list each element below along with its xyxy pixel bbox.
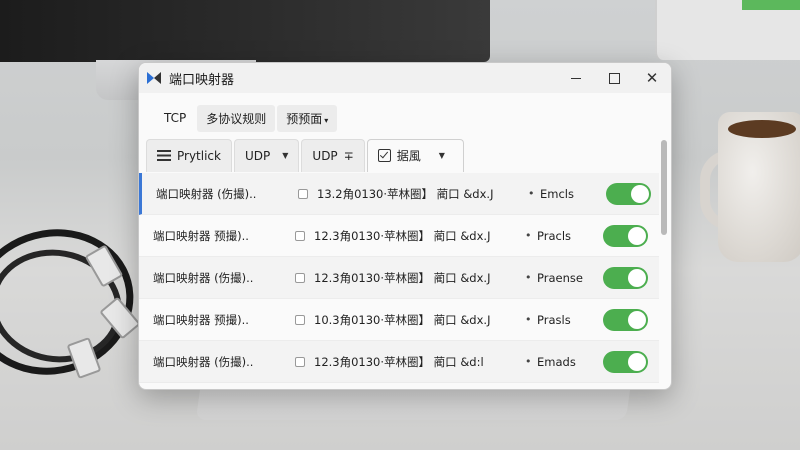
checkbox-icon bbox=[377, 149, 391, 162]
list-icon bbox=[157, 150, 171, 161]
rule-address: 12.3角0130·苹林圈】 蔺口 &d:l bbox=[314, 354, 484, 369]
rule-name: 端口映射器 预撮).. bbox=[153, 312, 249, 327]
toggle-knob bbox=[628, 268, 646, 287]
toolbar-list-button[interactable]: Prytlick bbox=[146, 138, 232, 172]
menu-tab-multiprotocol[interactable]: 多协议规则 bbox=[197, 104, 276, 132]
status-dot-icon: • bbox=[525, 355, 532, 368]
toolbar-udp-label: UDP bbox=[244, 148, 271, 163]
app-logo-icon bbox=[147, 70, 163, 86]
app-window: 端口映射器 ✕ TCP 多协议规则 预预面 ▾ Prytlick UDP ▼ UD… bbox=[138, 62, 672, 390]
toolbar-filter-label: 据風 bbox=[396, 149, 421, 163]
row-checkbox[interactable] bbox=[298, 188, 308, 199]
menu-bar: TCP 多协议规则 预预面 ▾ bbox=[139, 103, 671, 133]
rule-enable-toggle[interactable] bbox=[603, 308, 648, 331]
rule-enable-toggle[interactable] bbox=[603, 350, 648, 373]
rule-status: Emads bbox=[537, 354, 576, 369]
table-row[interactable]: 端口映射器 (伤撮).. 12.3角0130·苹林圈】 蔺口 &d:l • Em… bbox=[139, 341, 659, 383]
rule-address: 12.3角0130·苹林圈】 蔺口 &dx.J bbox=[314, 228, 491, 243]
row-checkbox[interactable] bbox=[295, 314, 305, 325]
rule-address: 13.2角0130·苹林圈】 蔺口 &dx.J bbox=[317, 186, 494, 201]
toolbar-list-label: Prytlick bbox=[177, 148, 221, 163]
minimize-icon bbox=[571, 77, 581, 79]
status-dot-icon: • bbox=[525, 271, 532, 284]
menu-tab-tcp[interactable]: TCP bbox=[155, 106, 195, 130]
rule-status: Prasls bbox=[537, 312, 571, 327]
window-title: 端口映射器 bbox=[169, 72, 235, 88]
rule-enable-toggle[interactable] bbox=[606, 182, 651, 205]
toggle-knob bbox=[631, 184, 649, 203]
title-bar[interactable]: 端口映射器 ✕ bbox=[139, 63, 671, 93]
menu-tab-preview-label: 预预面 bbox=[286, 111, 323, 126]
background-second-monitor bbox=[655, 0, 800, 60]
table-row[interactable]: 端口映射器 预撮).. 10.3角0130·苹林圈】 蔺口 &dx.J • Pr… bbox=[139, 299, 659, 341]
row-checkbox[interactable] bbox=[295, 272, 305, 283]
toggle-knob bbox=[628, 226, 646, 245]
rule-status: Pracls bbox=[537, 228, 572, 243]
table-row[interactable]: 端口映射器 (伤撮).. 12.3角0130·苹林圈】 蔺口 &dx.J • P… bbox=[139, 257, 659, 299]
rule-name: 端口映射器 (伤撮).. bbox=[153, 270, 254, 285]
table-row[interactable]: 端口映射器 预撮).. 12.3角0130·苹林圈】 蔺口 &dx.J • Pr… bbox=[139, 215, 659, 257]
rule-enable-toggle[interactable] bbox=[603, 224, 648, 247]
chevron-down-icon: ▼ bbox=[438, 151, 445, 160]
minimize-button[interactable] bbox=[557, 63, 595, 93]
rule-address: 12.3角0130·苹林圈】 蔺口 &dx.J bbox=[314, 270, 491, 285]
background-coffee-mug bbox=[718, 112, 800, 262]
table-row[interactable]: 端口映射器 (伤撮).. 13.2角0130·苹林圈】 蔺口 &dx.J • E… bbox=[139, 173, 659, 215]
rule-name: 端口映射器 预撮).. bbox=[153, 228, 249, 243]
row-checkbox[interactable] bbox=[295, 356, 305, 367]
row-checkbox[interactable] bbox=[295, 230, 305, 241]
close-icon: ✕ bbox=[645, 68, 659, 87]
toolbar: Prytlick UDP ▼ UDP ∓ 据風 ▼ bbox=[139, 138, 671, 172]
status-dot-icon: • bbox=[525, 313, 532, 326]
toolbar-udp-dropdown[interactable]: UDP ▼ bbox=[233, 138, 300, 172]
rule-status: Emcls bbox=[540, 186, 574, 201]
rule-name: 端口映射器 (伤撮).. bbox=[156, 186, 257, 201]
maximize-icon bbox=[608, 72, 620, 84]
mapping-list: 端口映射器 (伤撮).. 13.2角0130·苹林圈】 蔺口 &dx.J • E… bbox=[139, 173, 659, 383]
rule-status: Praense bbox=[537, 270, 583, 285]
chevron-down-icon: ▼ bbox=[282, 151, 289, 160]
maximize-button[interactable] bbox=[595, 63, 633, 93]
toolbar-filter-dropdown[interactable]: 据風 ▼ bbox=[366, 138, 464, 172]
toolbar-udp-add-button[interactable]: UDP ∓ bbox=[301, 138, 365, 172]
status-dot-icon: • bbox=[525, 229, 532, 242]
toggle-knob bbox=[628, 352, 646, 371]
toggle-knob bbox=[628, 310, 646, 329]
vertical-scrollbar[interactable] bbox=[659, 138, 669, 388]
rule-enable-toggle[interactable] bbox=[603, 266, 648, 289]
menu-tab-preview[interactable]: 预预面 ▾ bbox=[277, 104, 338, 132]
scrollbar-thumb[interactable] bbox=[661, 140, 667, 235]
caret-down-icon: ▾ bbox=[324, 115, 329, 125]
rule-address: 10.3角0130·苹林圈】 蔺口 &dx.J bbox=[314, 312, 491, 327]
close-button[interactable]: ✕ bbox=[633, 63, 671, 93]
plus-icon: ∓ bbox=[343, 148, 354, 163]
background-monitor bbox=[0, 0, 490, 62]
rule-name: 端口映射器 (伤撮).. bbox=[153, 354, 254, 369]
status-dot-icon: • bbox=[528, 187, 535, 200]
toolbar-udp-add-label: UDP bbox=[312, 148, 338, 163]
